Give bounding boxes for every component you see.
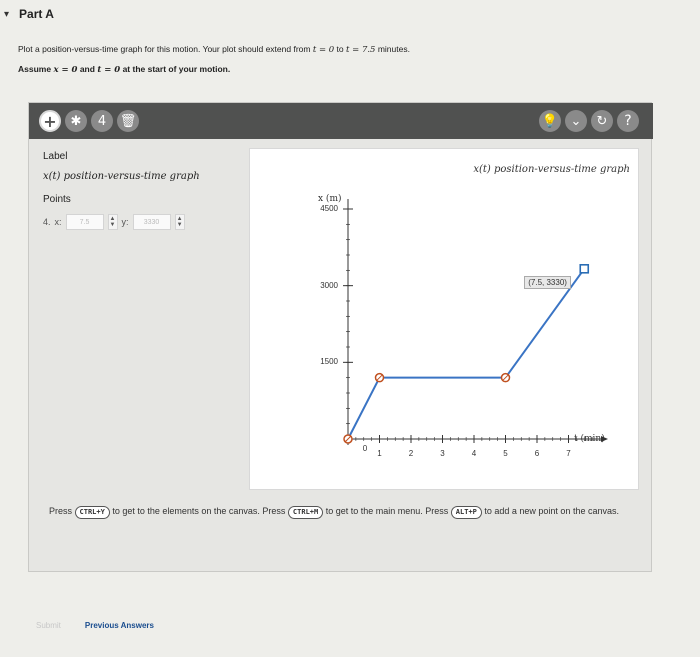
points-heading: Points [43, 194, 71, 205]
graphing-panel: + ✱ 4 🗑 💡 ⌄ ↻ ? Label x(t) position-vers… [28, 102, 653, 572]
x-label: x: [54, 217, 62, 227]
collapse-caret-icon[interactable]: ▾ [4, 9, 9, 20]
point-index: 4. [43, 217, 51, 227]
properties-sidebar: Label x(t) position-versus-time graph Po… [43, 151, 243, 230]
y-tick-label: 1500 [320, 357, 338, 367]
series-line [347, 268, 586, 440]
instructions-line-2: Assume x = 0 and t = 0 at the start of y… [18, 64, 231, 75]
help-icon[interactable]: ? [617, 110, 639, 132]
t-zero-math: t = 0 [97, 65, 121, 75]
y-label: y: [121, 217, 129, 227]
t-start-math: t = 0 [312, 45, 335, 55]
x-value-field[interactable]: 7.5 [65, 214, 104, 230]
y-value-field[interactable]: 3330 [132, 214, 171, 230]
keyboard-help: Press CTRL+Y to get to the elements on t… [49, 503, 639, 519]
y-axis-label: x (m) [318, 194, 342, 204]
x-tick-label: 5 [503, 449, 508, 458]
previous-answers-link[interactable]: Previous Answers [85, 621, 154, 630]
reset-icon[interactable]: ↻ [591, 110, 613, 132]
x-tick-label: 1 [377, 449, 382, 458]
x-tick-label: 6 [534, 449, 540, 458]
label-heading: Label [43, 151, 68, 162]
edit-icon[interactable]: ✱ [65, 110, 87, 132]
instructions-line-1: Plot a position-versus-time graph for th… [18, 44, 410, 55]
label-value[interactable]: x(t) position-versus-time graph [43, 171, 243, 182]
y-tick-label: 3000 [320, 280, 338, 290]
graph-title: x(t) position-versus-time graph [473, 164, 630, 175]
instructions: Plot a position-versus-time graph for th… [18, 40, 578, 80]
kbd-ctrl-y: CTRL+Y [74, 506, 110, 519]
part-header[interactable]: ▾ Part A [0, 0, 700, 28]
submit-button[interactable]: Submit [28, 618, 69, 633]
kbd-ctrl-m: CTRL+M [287, 506, 324, 519]
chevron-down-icon[interactable]: ⌄ [565, 110, 587, 132]
trash-icon[interactable]: 🗑 [117, 110, 139, 132]
x-tick-label: 4 [471, 449, 477, 458]
data-point-selected[interactable] [579, 264, 590, 274]
x-stepper-icon[interactable]: ▲ ▼ [107, 214, 118, 230]
move-icon[interactable]: 4 [91, 110, 113, 132]
kbd-alt-p: ALT+P [450, 506, 482, 519]
x-tick-label: 2 [408, 449, 414, 458]
lightbulb-icon[interactable]: 💡 [539, 110, 561, 132]
left-tool-group: + ✱ 4 🗑 [39, 110, 139, 132]
add-point-icon[interactable]: + [39, 110, 61, 132]
bottom-actions: Submit Previous Answers [28, 618, 154, 633]
point-row: 4. x: 7.5 ▲ ▼ y: 3330 ▲ ▼ [43, 214, 243, 230]
y-tick-label: 4500 [320, 204, 338, 213]
x-axis-label: t (min) [574, 434, 605, 444]
x-tick-label: 3 [440, 449, 445, 458]
right-tool-group: 💡 ⌄ ↻ ? [539, 110, 639, 132]
selected-point-label: (7.5, 3330) [524, 275, 571, 289]
x-zero-math: x = 0 [53, 65, 78, 75]
origin-label: 0 [362, 444, 368, 453]
x-tick-label: 7 [566, 449, 571, 458]
t-end-math: t = 7.5 [346, 45, 376, 55]
part-title: Part A [19, 7, 54, 21]
y-stepper-icon[interactable]: ▲ ▼ [174, 214, 185, 230]
graph-canvas[interactable]: x(t) position-versus-time graph x (m) t … [249, 148, 639, 490]
toolbar: + ✱ 4 🗑 💡 ⌄ ↻ ? [29, 103, 653, 139]
